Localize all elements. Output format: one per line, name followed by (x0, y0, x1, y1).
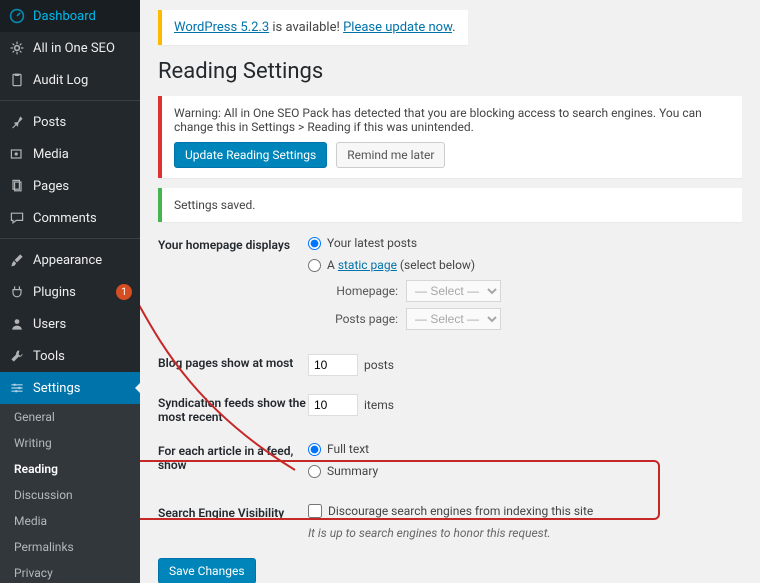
submenu-item-media[interactable]: Media (0, 508, 140, 534)
sidebar-item-label: Plugins (33, 285, 112, 300)
label-blog-pages: Blog pages show at most (158, 354, 308, 370)
sidebar-item-label: Tools (33, 349, 132, 364)
label-syndication: Syndication feeds show the most recent (158, 394, 308, 424)
unit-posts: posts (364, 358, 394, 372)
brush-icon (8, 251, 26, 269)
sidebar-separator (0, 234, 140, 239)
plug-icon (8, 283, 26, 301)
settings-submenu: General Writing Reading Discussion Media… (0, 404, 140, 583)
comment-icon (8, 209, 26, 227)
radio-label-full: Full text (327, 442, 369, 456)
sidebar-item-settings[interactable]: Settings (0, 372, 140, 404)
settings-saved-notice: Settings saved. (158, 188, 742, 222)
saved-text: Settings saved. (174, 198, 255, 212)
gear-icon (8, 39, 26, 57)
syndication-input[interactable] (308, 394, 358, 416)
radio-label-latest: Your latest posts (327, 236, 417, 250)
blog-pages-input[interactable] (308, 354, 358, 376)
page-title: Reading Settings (158, 59, 742, 84)
submenu-item-discussion[interactable]: Discussion (0, 482, 140, 508)
seo-warning-notice: Warning: All in One SEO Pack has detecte… (158, 96, 742, 178)
sidebar-item-label: Dashboard (33, 9, 132, 24)
sidebar-item-label: Comments (33, 211, 132, 226)
remind-later-button[interactable]: Remind me later (336, 142, 445, 168)
update-nag-text: is available! (269, 20, 343, 35)
label-postspage-select: Posts page: (328, 312, 398, 326)
dashboard-icon (8, 7, 26, 25)
admin-sidebar: Dashboard All in One SEO Audit Log Posts… (0, 0, 140, 583)
sidebar-item-label: Audit Log (33, 73, 132, 88)
update-reading-settings-button[interactable]: Update Reading Settings (174, 142, 327, 168)
discourage-search-label: Discourage search engines from indexing … (328, 504, 593, 518)
static-page-link[interactable]: static page (338, 258, 397, 272)
sidebar-item-appearance[interactable]: Appearance (0, 244, 140, 276)
sliders-icon (8, 379, 26, 397)
sidebar-item-label: All in One SEO (33, 41, 132, 56)
user-icon (8, 315, 26, 333)
radio-static-page[interactable] (308, 259, 321, 272)
label-feed-article: For each article in a feed, show (158, 442, 308, 472)
seo-warning-text: Warning: All in One SEO Pack has detecte… (174, 106, 730, 134)
sidebar-item-plugins[interactable]: Plugins 1 (0, 276, 140, 308)
media-icon (8, 145, 26, 163)
save-changes-button[interactable]: Save Changes (158, 558, 256, 583)
update-badge: 1 (116, 284, 132, 300)
sidebar-item-label: Settings (33, 381, 132, 396)
radio-full-text[interactable] (308, 443, 321, 456)
unit-items: items (364, 398, 394, 412)
sidebar-item-label: Users (33, 317, 132, 332)
sidebar-item-media[interactable]: Media (0, 138, 140, 170)
reading-settings-form: Your homepage displays Your latest posts… (158, 236, 742, 583)
label-search-visibility: Search Engine Visibility (158, 504, 308, 520)
sidebar-item-label: Posts (33, 115, 132, 130)
main-content: WordPress 5.2.3 is available! Please upd… (140, 0, 760, 583)
homepage-select[interactable]: — Select — (406, 280, 501, 302)
submenu-item-privacy[interactable]: Privacy (0, 560, 140, 583)
radio-summary[interactable] (308, 465, 321, 478)
update-nag: WordPress 5.2.3 is available! Please upd… (158, 10, 468, 45)
sidebar-item-label: Appearance (33, 253, 132, 268)
visibility-description: It is up to search engines to honor this… (308, 526, 742, 540)
discourage-search-checkbox[interactable] (308, 504, 322, 518)
submenu-item-permalinks[interactable]: Permalinks (0, 534, 140, 560)
sidebar-item-label: Pages (33, 179, 132, 194)
page-icon (8, 177, 26, 195)
label-homepage-displays: Your homepage displays (158, 236, 308, 252)
sidebar-item-users[interactable]: Users (0, 308, 140, 340)
update-now-link[interactable]: Please update now (343, 20, 452, 35)
submenu-item-reading[interactable]: Reading (0, 456, 140, 482)
clipboard-icon (8, 71, 26, 89)
sidebar-item-label: Media (33, 147, 132, 162)
postspage-select[interactable]: — Select — (406, 308, 501, 330)
sidebar-item-dashboard[interactable]: Dashboard (0, 0, 140, 32)
sidebar-separator (0, 96, 140, 101)
sidebar-item-comments[interactable]: Comments (0, 202, 140, 234)
submenu-item-general[interactable]: General (0, 404, 140, 430)
sidebar-item-tools[interactable]: Tools (0, 340, 140, 372)
wp-version-link[interactable]: WordPress 5.2.3 (174, 20, 269, 35)
submenu-item-writing[interactable]: Writing (0, 430, 140, 456)
pin-icon (8, 113, 26, 131)
sidebar-item-auditlog[interactable]: Audit Log (0, 64, 140, 96)
sidebar-item-posts[interactable]: Posts (0, 106, 140, 138)
wrench-icon (8, 347, 26, 365)
label-homepage-select: Homepage: (328, 284, 398, 298)
radio-label-summary: Summary (327, 464, 378, 478)
sidebar-item-pages[interactable]: Pages (0, 170, 140, 202)
sidebar-item-aioseo[interactable]: All in One SEO (0, 32, 140, 64)
radio-latest-posts[interactable] (308, 237, 321, 250)
